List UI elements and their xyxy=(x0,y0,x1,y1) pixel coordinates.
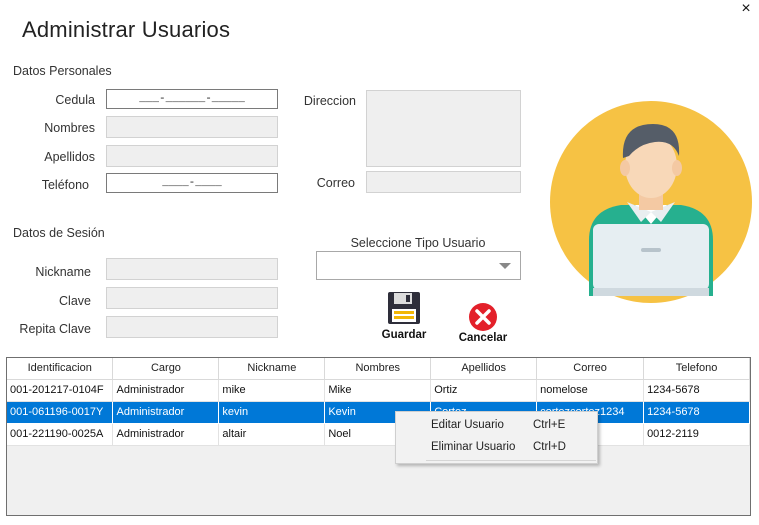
table-cell[interactable]: mike xyxy=(218,379,326,402)
column-header[interactable]: Telefono xyxy=(643,358,750,380)
menu-item-eliminar-usuario[interactable]: Eliminar Usuario Ctrl+D xyxy=(396,436,597,458)
table-cell[interactable]: Mike xyxy=(324,379,432,402)
repita-clave-input[interactable] xyxy=(106,316,278,338)
table-cell[interactable]: 001-201217-0104F xyxy=(7,379,114,402)
cedula-input[interactable]: ___-______-_____ xyxy=(106,89,278,109)
menu-item-editar-usuario[interactable]: Editar Usuario Ctrl+E xyxy=(396,414,597,436)
column-header[interactable]: Identificacion xyxy=(7,358,114,380)
cedula-label: Cedula xyxy=(55,93,95,107)
table-header-row: Identificacion Cargo Nickname Nombres Ap… xyxy=(7,358,750,380)
table-cell[interactable]: Administrador xyxy=(112,401,220,424)
context-menu: Editar Usuario Ctrl+E Eliminar Usuario C… xyxy=(395,411,598,464)
table-cell[interactable]: Administrador xyxy=(112,423,220,446)
telefono-input[interactable]: ____-____ xyxy=(106,173,278,193)
table-cell[interactable]: altair xyxy=(218,423,326,446)
table-cell[interactable]: nomelose xyxy=(536,379,645,402)
column-header[interactable]: Apellidos xyxy=(430,358,538,380)
column-header[interactable]: Nickname xyxy=(218,358,326,380)
telefono-label: Teléfono xyxy=(41,178,89,192)
cancelar-label: Cancelar xyxy=(458,332,508,344)
column-header[interactable]: Correo xyxy=(536,358,645,380)
table-cell[interactable]: kevin xyxy=(218,401,326,424)
floppy-disk-icon xyxy=(388,292,420,324)
direccion-textarea[interactable] xyxy=(366,90,521,167)
table-cell[interactable]: Ortiz xyxy=(430,379,538,402)
menu-item-shortcut: Ctrl+E xyxy=(533,419,566,431)
table-cell[interactable]: 001-221190-0025A xyxy=(7,423,114,446)
section-datos-sesion: Datos de Sesión xyxy=(13,226,105,240)
guardar-label: Guardar xyxy=(381,329,427,341)
nickname-label: Nickname xyxy=(35,265,91,279)
window-title: Administrar Usuarios xyxy=(22,17,231,42)
menu-item-label: Eliminar Usuario xyxy=(431,441,516,453)
section-datos-personales: Datos Personales xyxy=(13,64,112,78)
guardar-button[interactable]: Guardar xyxy=(376,291,432,343)
table-cell[interactable]: 0012-2119 xyxy=(643,423,750,446)
user-laptop-avatar-icon xyxy=(550,101,752,303)
usuarios-grid[interactable]: Identificacion Cargo Nickname Nombres Ap… xyxy=(6,357,751,516)
close-icon[interactable]: × xyxy=(739,0,753,18)
nickname-input[interactable] xyxy=(106,258,278,280)
correo-label: Correo xyxy=(316,176,355,190)
chevron-down-icon xyxy=(499,263,511,269)
apellidos-input[interactable] xyxy=(106,145,278,167)
apellidos-label: Apellidos xyxy=(44,150,95,164)
column-header[interactable]: Cargo xyxy=(112,358,220,380)
nombres-input[interactable] xyxy=(106,116,278,138)
direccion-label: Direccion xyxy=(303,94,356,108)
tipo-usuario-select[interactable] xyxy=(316,251,521,280)
clave-label: Clave xyxy=(59,294,91,308)
correo-input[interactable] xyxy=(366,171,521,193)
usuarios-table: Identificacion Cargo Nickname Nombres Ap… xyxy=(7,358,750,446)
menu-separator xyxy=(426,460,596,461)
table-row[interactable]: 001-201217-0104F Administrador mike Mike… xyxy=(7,379,750,402)
table-row-selected[interactable]: 001-061196-0017Y Administrador kevin Kev… xyxy=(7,401,750,424)
nombres-label: Nombres xyxy=(44,121,95,135)
menu-item-label: Editar Usuario xyxy=(431,419,504,431)
clave-input[interactable] xyxy=(106,287,278,309)
repita-clave-label: Repita Clave xyxy=(19,322,91,336)
tipo-usuario-label: Seleccione Tipo Usuario xyxy=(350,236,486,250)
table-cell[interactable]: 001-061196-0017Y xyxy=(7,401,114,424)
cancelar-button[interactable]: Cancelar xyxy=(455,302,511,346)
table-row[interactable]: 001-221190-0025A Administrador altair No… xyxy=(7,423,750,446)
table-cell[interactable]: 1234-5678 xyxy=(643,379,750,402)
red-x-circle-icon xyxy=(469,303,497,331)
menu-item-shortcut: Ctrl+D xyxy=(533,441,566,453)
column-header[interactable]: Nombres xyxy=(324,358,432,380)
table-cell[interactable]: 1234-5678 xyxy=(643,401,750,424)
table-cell[interactable]: Administrador xyxy=(112,379,220,402)
